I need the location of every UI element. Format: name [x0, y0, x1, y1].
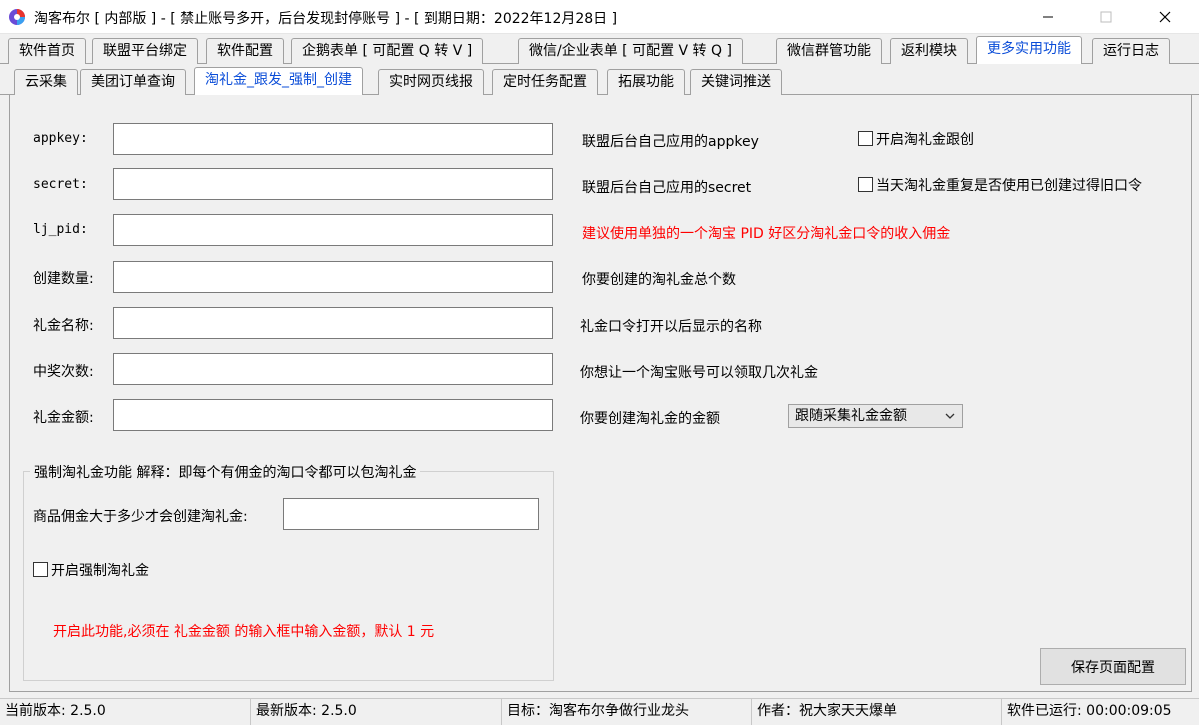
tab-alliance-binding[interactable]: 联盟平台绑定: [92, 38, 198, 64]
sub-tab-bar: 云采集 美团订单查询 淘礼金_跟发_强制_创建 实时网页线报 定时任务配置 拓展…: [0, 67, 1199, 95]
status-current-version: 当前版本: 2.5.0: [0, 699, 251, 725]
gift-name-input[interactable]: [113, 307, 553, 339]
win-times-input[interactable]: [113, 353, 553, 385]
count-input[interactable]: [113, 261, 553, 293]
lj-pid-label: lj_pid:: [33, 222, 88, 237]
gift-name-hint: 礼金口令打开以后显示的名称: [580, 319, 762, 335]
gift-amount-input[interactable]: [113, 399, 553, 431]
reuse-today-checkbox[interactable]: 当天淘礼金重复是否使用已创建过得旧口令: [858, 175, 1142, 195]
checkbox-icon: [858, 131, 873, 146]
appkey-label: appkey:: [33, 131, 88, 146]
secret-hint: 联盟后台自己应用的secret: [582, 180, 752, 196]
gift-amount-label: 礼金金额:: [33, 410, 94, 426]
commission-label: 商品佣金大于多少才会创建淘礼金:: [33, 509, 248, 525]
force-group-title: 强制淘礼金功能 解释：即每个有佣金的淘口令都可以包淘礼金: [30, 462, 421, 482]
tab-run-log[interactable]: 运行日志: [1092, 38, 1170, 64]
tab-realtime-web[interactable]: 实时网页线报: [378, 69, 484, 95]
status-runtime: 软件已运行: 00:00:09:05: [1007, 703, 1172, 719]
app-logo-icon: [9, 9, 25, 25]
window-title: 淘客布尔 [ 内部版 ] - [ 禁止账号多开，后台发现封停账号 ] - [ 到…: [34, 11, 618, 27]
appkey-input[interactable]: [113, 123, 553, 155]
tab-keyword-push[interactable]: 关键词推送: [690, 69, 782, 95]
enable-force-checkbox[interactable]: 开启强制淘礼金: [33, 560, 149, 580]
enable-follow-label: 开启淘礼金跟创: [876, 132, 974, 148]
enable-follow-checkbox[interactable]: 开启淘礼金跟创: [858, 129, 974, 149]
appkey-hint: 联盟后台自己应用的appkey: [582, 134, 759, 150]
gift-name-label: 礼金名称:: [33, 318, 94, 334]
secret-label: secret:: [33, 177, 88, 192]
reuse-today-label: 当天淘礼金重复是否使用已创建过得旧口令: [876, 178, 1142, 194]
checkbox-icon: [858, 177, 873, 192]
count-hint: 你要创建的淘礼金总个数: [582, 272, 736, 288]
tab-qq-form[interactable]: 企鹅表单 [ 可配置 Q 转 V ]: [291, 38, 484, 64]
status-bar: 当前版本: 2.5.0 最新版本: 2.5.0 目标：淘客布尔争做行业龙头 作者…: [0, 698, 1199, 725]
status-target: 目标：淘客布尔争做行业龙头: [502, 699, 752, 725]
lj-pid-hint: 建议使用单独的一个淘宝 PID 好区分淘礼金口令的收入佣金: [582, 226, 951, 242]
gift-amount-hint: 你要创建淘礼金的金额: [580, 411, 720, 427]
main-tab-bar: 软件首页 联盟平台绑定 软件配置 企鹅表单 [ 可配置 Q 转 V ] 微信/企…: [0, 36, 1199, 64]
maximize-icon: [1100, 11, 1112, 23]
save-config-button[interactable]: 保存页面配置: [1040, 648, 1186, 685]
status-author: 作者：祝大家天天爆单: [752, 699, 1002, 725]
minimize-icon: [1043, 16, 1053, 18]
tab-more-features[interactable]: 更多实用功能: [976, 36, 1082, 64]
tab-meituan-orders[interactable]: 美团订单查询: [80, 69, 186, 95]
secret-input[interactable]: [113, 168, 553, 200]
tab-cloud-collect[interactable]: 云采集: [14, 69, 78, 95]
count-label: 创建数量:: [33, 271, 94, 287]
tab-wechat-form[interactable]: 微信/企业表单 [ 可配置 V 转 Q ]: [518, 38, 743, 64]
tab-scheduled-tasks[interactable]: 定时任务配置: [492, 69, 598, 95]
tab-home[interactable]: 软件首页: [8, 38, 86, 64]
tab-rebate[interactable]: 返利模块: [890, 38, 968, 64]
win-times-hint: 你想让一个淘宝账号可以领取几次礼金: [580, 365, 818, 381]
close-button[interactable]: [1137, 0, 1193, 34]
tab-software-config[interactable]: 软件配置: [206, 38, 284, 64]
tab-taolijin-create[interactable]: 淘礼金_跟发_强制_创建: [194, 67, 363, 95]
enable-force-label: 开启强制淘礼金: [51, 563, 149, 579]
amount-source-value: 跟随采集礼金金额: [795, 408, 907, 424]
lj-pid-input[interactable]: [113, 214, 553, 246]
win-times-label: 中奖次数:: [33, 364, 94, 380]
commission-input[interactable]: [283, 498, 539, 530]
amount-source-select[interactable]: 跟随采集礼金金额: [788, 404, 963, 428]
status-latest-version: 最新版本: 2.5.0: [251, 699, 502, 725]
force-note: 开启此功能,必须在 礼金金额 的输入框中输入金额，默认 1 元: [53, 624, 435, 640]
maximize-button[interactable]: [1078, 0, 1134, 34]
chevron-down-icon: [945, 413, 955, 419]
close-icon: [1159, 11, 1171, 23]
tab-extensions[interactable]: 拓展功能: [607, 69, 685, 95]
minimize-button[interactable]: [1020, 0, 1076, 34]
checkbox-icon: [33, 562, 48, 577]
tab-wechat-group[interactable]: 微信群管功能: [776, 38, 882, 64]
title-bar: 淘客布尔 [ 内部版 ] - [ 禁止账号多开，后台发现封停账号 ] - [ 到…: [0, 0, 1199, 34]
